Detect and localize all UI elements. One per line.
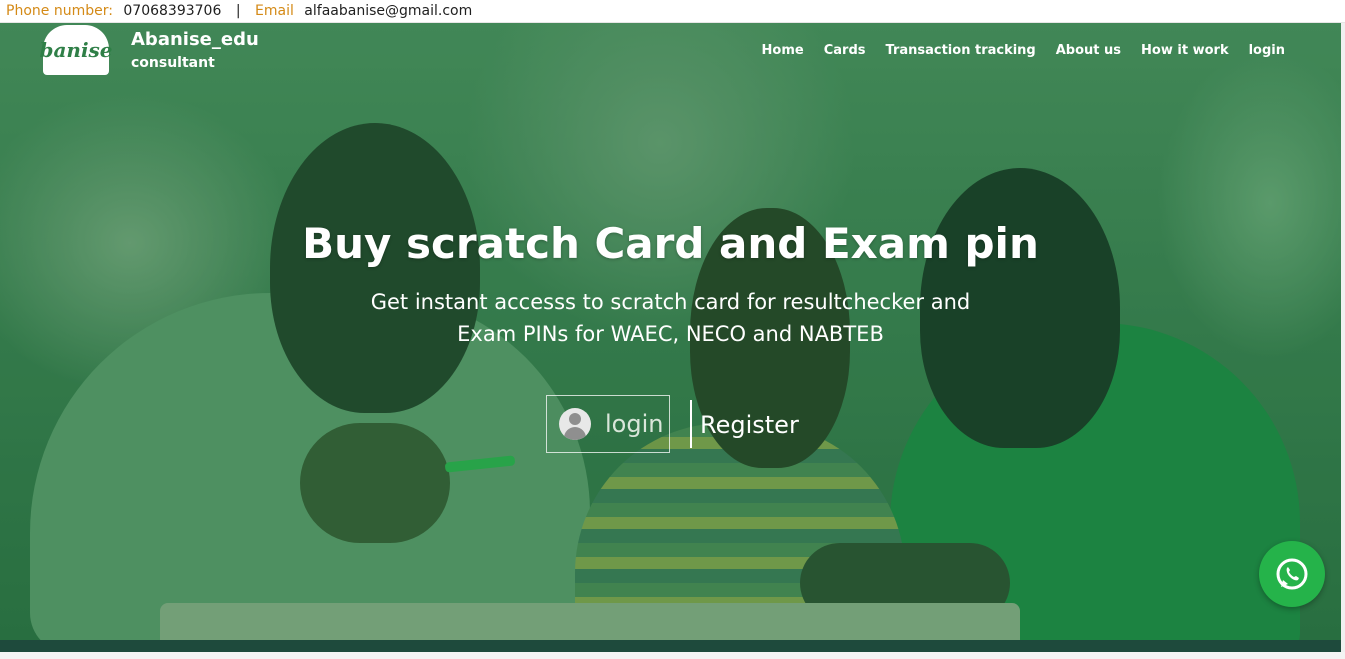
nav-cards[interactable]: Cards: [824, 43, 866, 58]
phone-number[interactable]: 07068393706: [123, 3, 221, 19]
whatsapp-button[interactable]: [1259, 541, 1325, 607]
hero-login-button[interactable]: login: [546, 395, 670, 453]
hero-section: banise Abanise_edu consultant Home Cards…: [0, 23, 1341, 640]
contact-bar: Phone number: 07068393706 | Email alfaab…: [0, 0, 1345, 23]
hero-login-label: login: [605, 410, 664, 438]
hero-register-link[interactable]: Register: [700, 411, 799, 439]
section-divider: [0, 640, 1341, 652]
brand-logo[interactable]: banise: [39, 25, 113, 75]
nav-home[interactable]: Home: [762, 43, 804, 58]
logo-text: banise: [39, 38, 113, 62]
page-bottom-edge: [0, 652, 1345, 659]
hero-subtitle: Get instant accesss to scratch card for …: [0, 286, 1341, 350]
hero-subtitle-line-1: Get instant accesss to scratch card for …: [370, 290, 971, 314]
brand-subtitle: consultant: [131, 55, 215, 71]
contact-separator: |: [235, 3, 241, 19]
phone-label: Phone number:: [6, 3, 113, 19]
email-address[interactable]: alfaabanise@gmail.com: [304, 3, 472, 19]
page-edge: [1341, 23, 1345, 652]
nav-about-us[interactable]: About us: [1056, 43, 1121, 58]
whatsapp-icon: [1276, 558, 1308, 590]
hero-title: Buy scratch Card and Exam pin: [302, 219, 1039, 268]
nav-how-it-work[interactable]: How it work: [1141, 43, 1229, 58]
user-avatar-icon: [559, 408, 591, 440]
button-divider: [690, 400, 692, 448]
email-label: Email: [255, 3, 294, 19]
brand-name: Abanise_edu: [131, 29, 259, 50]
main-nav: Home Cards Transaction tracking About us…: [762, 43, 1285, 58]
nav-transaction-tracking[interactable]: Transaction tracking: [886, 43, 1036, 58]
nav-login[interactable]: login: [1249, 43, 1285, 58]
hero-subtitle-line-2: Exam PINs for WAEC, NECO and NABTEB: [457, 322, 884, 346]
